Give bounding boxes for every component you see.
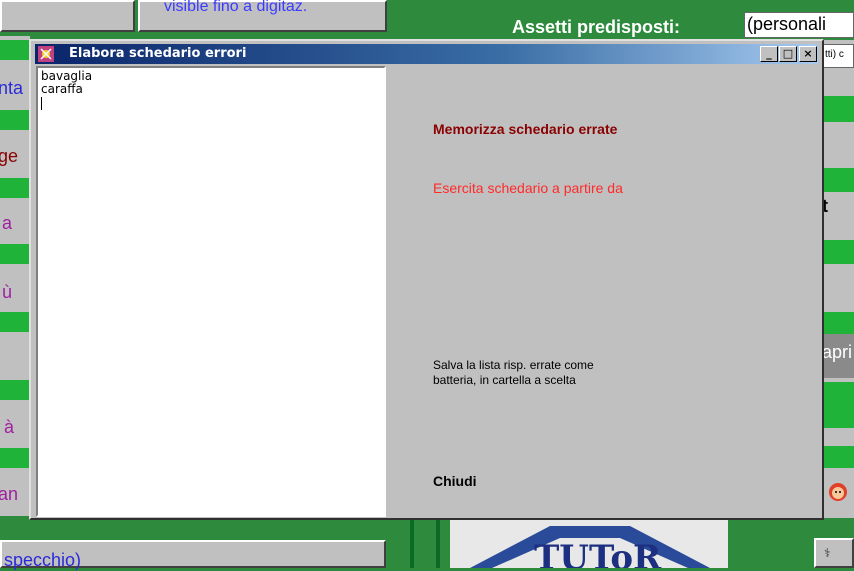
left-green-bar-1 <box>0 40 30 60</box>
left-fragment-2: ge <box>0 146 19 166</box>
bottom-divider-1 <box>410 520 414 568</box>
text-cursor <box>41 97 42 110</box>
salva-label-line2: batteria, in cartella a scelta <box>433 373 576 387</box>
dialog-title: Elabora schedario errori <box>69 46 247 61</box>
esercita-button[interactable]: Esercita schedario a partire da <box>433 180 623 196</box>
memorizza-button[interactable]: Memorizza schedario errate <box>433 121 617 137</box>
tool-icon: ⚕ <box>824 546 831 560</box>
app-icon <box>38 46 54 62</box>
left-fragment-5: à <box>4 417 15 437</box>
bottom-divider-2 <box>436 520 440 568</box>
maximize-button[interactable]: □ <box>779 46 797 62</box>
right-green-bar-2 <box>822 168 854 192</box>
right-green-bar-5 <box>822 382 854 428</box>
dialog-titlebar[interactable]: Elabora schedario errori _ □ × <box>35 44 818 64</box>
bottom-mirror-panel[interactable]: specchio) <box>0 540 386 570</box>
right-apri-button[interactable]: apri <box>822 334 854 378</box>
top-gray-panel <box>0 0 135 32</box>
left-fragment-6: an <box>0 484 19 504</box>
list-item[interactable]: bavaglia <box>41 70 381 83</box>
list-item[interactable]: caraffa <box>41 83 381 96</box>
right-green-bar-4 <box>822 312 854 334</box>
visibility-button-label: visible fino a digitaz. <box>164 0 308 15</box>
left-green-bar-5 <box>0 312 30 332</box>
left-green-bar-7 <box>0 448 30 468</box>
errors-list[interactable]: bavaglia caraffa <box>36 66 386 517</box>
bottom-right-button[interactable]: ⚕ <box>814 538 854 568</box>
right-green-bar-6 <box>822 446 854 468</box>
right-apri-label: apri <box>822 342 853 362</box>
right-green-bar-1 <box>822 96 854 122</box>
tutor-logo-text: TUToR <box>534 538 662 568</box>
close-button[interactable]: × <box>799 46 817 62</box>
right-small-text: tti) c <box>825 49 844 60</box>
right-green-bar-3 <box>822 240 854 264</box>
assetti-label: Assetti predisposti: <box>512 17 681 37</box>
left-green-bar-4 <box>0 244 30 264</box>
elabora-dialog: Elabora schedario errori _ □ × bavaglia … <box>29 39 824 520</box>
left-green-bar-6 <box>0 380 30 400</box>
left-green-bar-2 <box>0 110 30 130</box>
left-green-bar-3 <box>0 178 30 198</box>
left-strip <box>0 36 30 516</box>
salva-label-line1: Salva la lista risp. errate come <box>433 358 594 372</box>
chiudi-button[interactable]: Chiudi <box>433 473 477 489</box>
left-fragment-1: nta <box>0 78 24 98</box>
assetti-select-value: (personali <box>747 14 827 34</box>
visibility-button[interactable]: visible fino a digitaz. <box>138 0 387 32</box>
minimize-button[interactable]: _ <box>760 46 778 62</box>
right-small-cell: tti) c <box>822 44 854 68</box>
salva-button[interactable]: Salva la lista risp. errate come batteri… <box>433 358 693 388</box>
left-fragment-4: ù <box>2 282 13 302</box>
face-icon <box>826 480 850 504</box>
tutor-logo: TUToR <box>450 518 728 568</box>
left-fragment-3: a <box>2 213 13 233</box>
assetti-select[interactable]: (personali <box>744 12 854 38</box>
